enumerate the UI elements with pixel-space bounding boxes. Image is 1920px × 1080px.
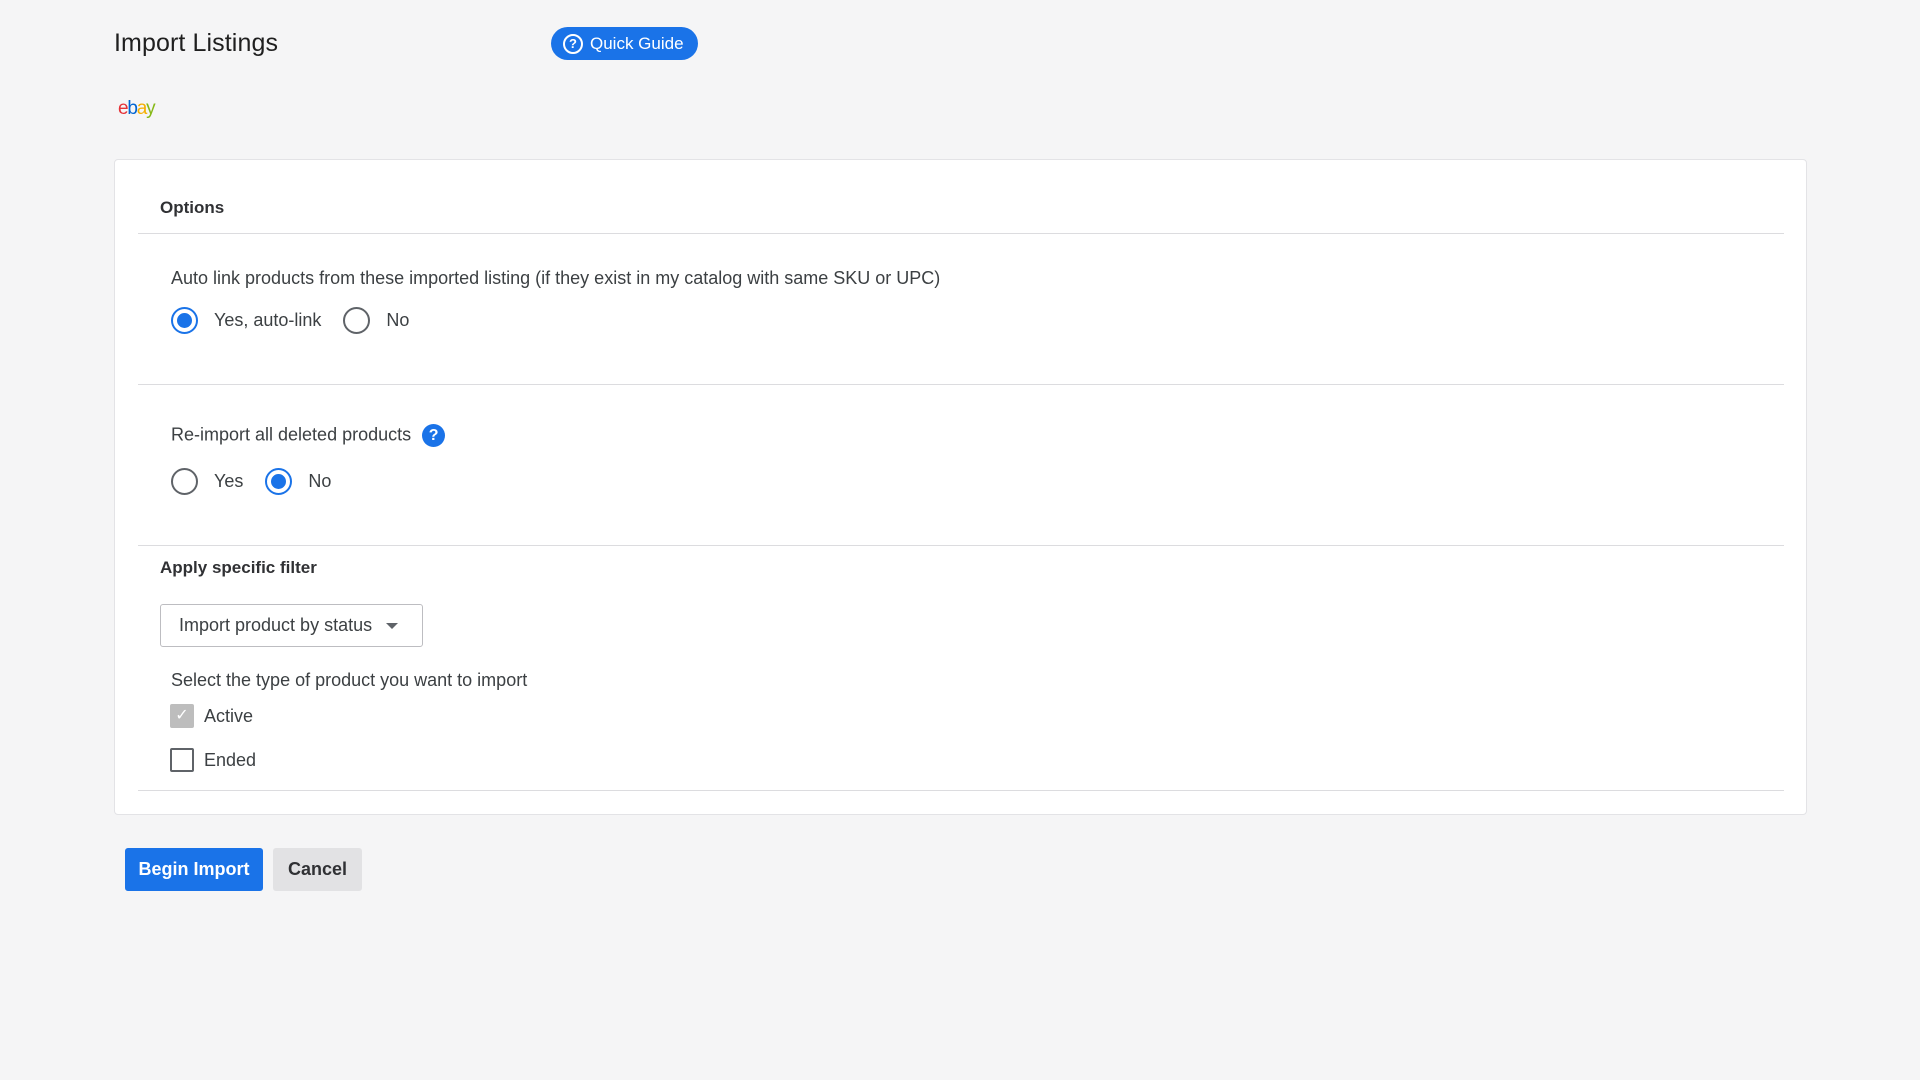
reimport-no-label[interactable]: No: [308, 471, 331, 492]
auto-link-no-radio[interactable]: [343, 307, 371, 334]
active-label: Active: [204, 705, 254, 726]
quick-guide-label: Quick Guide: [590, 33, 684, 53]
status-filter-select[interactable]: Import product by status: [160, 604, 423, 647]
auto-link-yes-label[interactable]: Yes, auto-link: [214, 310, 321, 331]
logo-letter: a: [136, 98, 148, 119]
begin-import-button[interactable]: Begin Import: [125, 848, 263, 891]
ended-checkbox-row: Ended: [170, 748, 256, 772]
chevron-down-icon: [386, 622, 399, 629]
auto-link-question: Auto link products from these imported l…: [171, 268, 941, 288]
divider: [138, 384, 1784, 385]
auto-link-yes-radio[interactable]: [171, 307, 198, 334]
page-title: Import Listings: [114, 29, 279, 57]
options-card: Options Auto link products from these im…: [114, 159, 1807, 815]
reimport-question-row: Re-import all deleted products ?: [171, 424, 446, 447]
reimport-question: Re-import all deleted products: [171, 424, 412, 445]
quick-guide-button[interactable]: ? Quick Guide: [551, 27, 698, 60]
divider: [138, 233, 1784, 234]
product-type-prompt: Select the type of product you want to i…: [171, 670, 528, 690]
reimport-yes-radio[interactable]: [171, 468, 198, 495]
ebay-logo: e b a y: [118, 98, 156, 120]
reimport-radio-group: Yes No: [171, 468, 353, 495]
logo-letter: b: [127, 98, 138, 119]
logo-letter: y: [146, 98, 156, 119]
divider: [138, 790, 1784, 791]
check-icon: ✓: [175, 707, 189, 724]
help-icon[interactable]: ?: [422, 424, 446, 447]
filter-heading: Apply specific filter: [160, 558, 317, 577]
status-filter-value: Import product by status: [179, 615, 373, 635]
active-checkbox-row: ✓ Active: [170, 704, 253, 728]
cancel-button[interactable]: Cancel: [273, 848, 362, 891]
ended-checkbox[interactable]: [170, 748, 194, 772]
question-circle-icon: ?: [563, 33, 583, 54]
active-checkbox[interactable]: ✓: [170, 704, 194, 728]
divider: [138, 545, 1784, 546]
options-heading: Options: [160, 198, 225, 217]
auto-link-radio-group: Yes, auto-link No: [171, 307, 431, 334]
auto-link-no-label[interactable]: No: [386, 310, 409, 331]
reimport-yes-label[interactable]: Yes: [214, 471, 243, 492]
ended-label: Ended: [204, 749, 257, 770]
logo-letter: e: [118, 98, 129, 119]
reimport-no-radio[interactable]: [265, 468, 293, 495]
